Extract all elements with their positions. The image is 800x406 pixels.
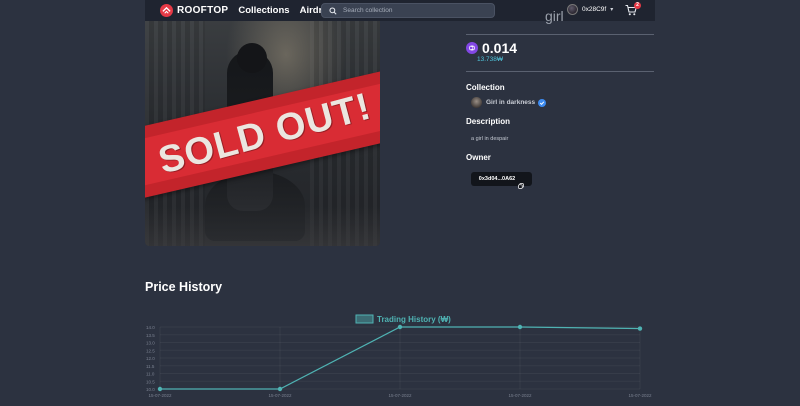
x-tick-label: 15-07-2022 [148,393,172,398]
owner-address: 0x3d04...0A62 [478,176,516,182]
data-point [517,324,523,330]
search-box[interactable] [321,3,495,18]
chevron-down-icon: ▾ [610,7,614,13]
data-point [277,386,283,392]
matic-icon [466,42,478,54]
price-history-chart-svg: Trading History (₩) 14.0 13.5 13.0 12.5 12.0 1… [146,314,652,398]
brand-name: ROOFTOP [177,5,229,16]
divider-price [466,71,654,72]
page: ROOFTOP Collections Airdrop 0x28C9f ▾ [0,0,800,406]
y-tick-label: 13.5 [146,333,155,338]
description-heading: Description [466,117,511,126]
nft-title: girl [545,8,564,24]
price-value: 0.014 [482,40,518,56]
verified-icon [538,98,547,107]
price-row: 0.014 [466,40,517,56]
nav-collections-link[interactable]: Collections [238,5,289,16]
copy-icon [518,176,524,189]
legend-label: Trading History (₩) [377,315,451,324]
price-fiat: 13.738₩ [477,56,504,63]
cart-count-badge: 2 [634,2,641,9]
x-tick-label: 15-07-2022 [628,393,652,398]
x-tick-label: 15-07-2022 [268,393,292,398]
divider-top [466,34,654,35]
search-input[interactable] [343,7,483,14]
rooftop-logo-icon [160,4,173,17]
data-point [397,324,403,330]
y-tick-label: 10.5 [146,379,155,384]
owner-heading: Owner [466,153,491,162]
y-tick-label: 10.0 [146,387,155,392]
collection-name: Girl in darkness [486,99,536,106]
collection-link[interactable]: Girl in darkness [471,97,547,108]
nft-artwork: SOLD OUT! [145,21,380,246]
y-tick-label: 13.0 [146,341,155,346]
y-tick-label: 14.0 [146,325,155,330]
price-history-chart: Trading History (₩) 14.0 13.5 13.0 12.5 12.0 1… [140,310,660,406]
collection-heading: Collection [466,83,505,92]
data-point [637,326,643,331]
data-point [157,386,163,392]
brand-logo[interactable]: ROOFTOP [160,4,228,17]
account-menu[interactable]: 0x28C9f ▾ [567,4,613,15]
x-tick-label: 15-07-2022 [388,393,412,398]
search-icon [329,2,337,20]
y-tick-label: 12.5 [146,348,155,353]
y-tick-label: 12.0 [146,356,155,361]
cart-button[interactable]: 2 [625,2,641,17]
price-history-title: Price History [145,280,223,294]
y-tick-label: 11.5 [146,364,155,369]
legend-swatch [355,314,374,324]
owner-address-chip[interactable]: 0x3d04...0A62 [471,172,532,189]
figure-head [237,43,267,73]
y-tick-label: 11.0 [146,372,155,377]
navbar: ROOFTOP Collections Airdrop 0x28C9f ▾ [145,0,655,21]
account-address: 0x28C9f [582,6,607,13]
account-avatar [567,4,578,15]
description-text: a girl in despair [471,136,509,142]
collection-avatar [471,97,482,108]
x-tick-label: 15-07-2022 [508,393,532,398]
